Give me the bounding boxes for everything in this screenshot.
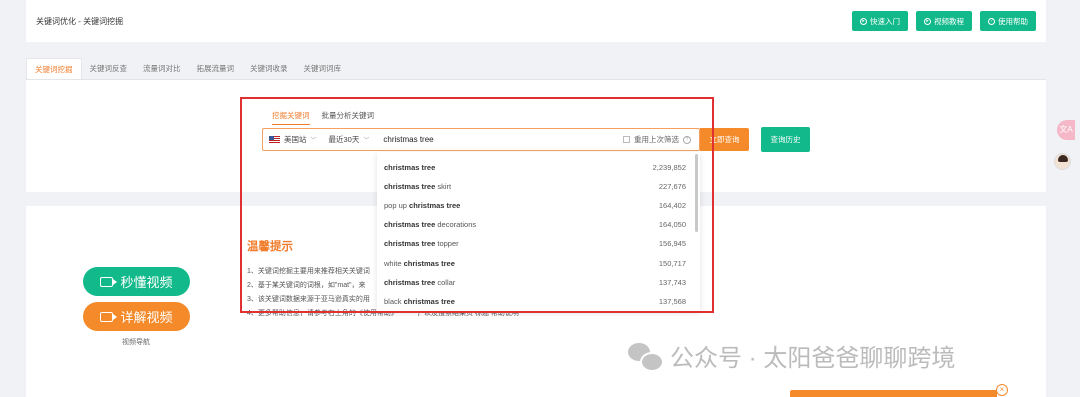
- suggestion-item[interactable]: black christmas tree 137,568: [384, 292, 686, 311]
- keyword-input[interactable]: christmas tree: [375, 135, 623, 144]
- site-label: 美国站: [284, 135, 307, 144]
- suggestion-item[interactable]: christmas tree skirt 227,676: [384, 177, 686, 196]
- suggestion-dropdown: christmas tree 2,239,852 christmas tree s…: [377, 152, 700, 311]
- search-bar: 美国站 ﹀ 最近30天 ﹀ christmas tree 重用上次筛选 ?: [262, 128, 700, 151]
- quick-video-label: 秒懂视频: [120, 275, 173, 290]
- assistant-avatar[interactable]: [1054, 153, 1071, 170]
- tip-line: 4、更多帮助信息，请参考右上角的《使用帮助》: [247, 310, 398, 317]
- period-select[interactable]: 最近30天 ﹀: [323, 129, 376, 150]
- period-label: 最近30天: [328, 135, 360, 144]
- suggestion-count: 156,945: [658, 239, 686, 248]
- suggestion-prefix: pop up: [384, 201, 410, 210]
- us-flag-icon: [269, 136, 280, 143]
- tips-title: 温馨提示: [247, 241, 293, 253]
- subtab-batch-analyze[interactable]: 批量分析关键词: [322, 110, 375, 125]
- tip-line: 2、基于某关键词的词根，如"mat"，来: [247, 282, 366, 289]
- video-camera-icon: [100, 276, 118, 287]
- top-bar: 关键词优化 - 关键词挖掘 ▸ 快速入门 ▸ 视频教程 ? 使用帮助: [26, 0, 1046, 42]
- video-tutorial-button[interactable]: ▸ 视频教程: [916, 11, 972, 31]
- watermark: 公众号 · 太阳爸爸聊聊跨境: [628, 338, 955, 373]
- suggestion-item[interactable]: christmas tree collar 137,743: [384, 273, 686, 292]
- suggestion-prefix: black: [384, 297, 404, 306]
- history-button[interactable]: 查询历史: [761, 127, 810, 152]
- suggestion-suffix: topper: [435, 239, 459, 248]
- suggestion-count: 164,402: [658, 201, 686, 210]
- play-circle-icon: ▸: [860, 17, 867, 25]
- chevron-down-icon: ﹀: [310, 138, 317, 144]
- reuse-filter-checkbox[interactable]: [623, 136, 630, 143]
- site-select[interactable]: 美国站 ﹀: [263, 129, 323, 150]
- video-circle-icon: ▸: [924, 17, 931, 25]
- quick-video-button[interactable]: 秒懂视频: [83, 267, 190, 296]
- suggestion-suffix: collar: [435, 278, 456, 287]
- help-icon[interactable]: ?: [683, 135, 691, 144]
- tab-keyword-mining[interactable]: 关键词挖掘: [26, 58, 82, 79]
- subtab-mine-keywords[interactable]: 挖掘关键词: [272, 110, 310, 125]
- quick-start-label: 快速入门: [870, 16, 900, 26]
- video-nav-caption: 视频导航: [122, 339, 150, 346]
- tab-expand-traffic[interactable]: 拓展流量词: [189, 58, 243, 79]
- suggestion-item[interactable]: christmas tree decorations 164,050: [384, 215, 686, 234]
- suggestion-match: christmas tree: [384, 163, 436, 172]
- usage-help-label: 使用帮助: [998, 16, 1028, 26]
- suggestion-suffix: skirt: [435, 182, 452, 191]
- tab-traffic-compare[interactable]: 流量词对比: [135, 58, 189, 79]
- suggestion-suffix: decorations: [435, 220, 477, 229]
- bottom-banner[interactable]: [790, 390, 997, 397]
- close-icon[interactable]: ×: [996, 384, 1008, 396]
- detail-video-button[interactable]: 详解视频: [83, 302, 190, 331]
- suggestion-item[interactable]: pop up christmas tree 164,402: [384, 196, 686, 215]
- question-circle-icon: ?: [988, 17, 995, 25]
- suggestion-match: christmas tree: [384, 239, 436, 248]
- suggestion-item[interactable]: white christmas tree 150,717: [384, 254, 686, 273]
- tab-keyword-reverse[interactable]: 关键词反查: [82, 58, 136, 79]
- tab-keyword-library[interactable]: 关键词词库: [296, 58, 350, 79]
- usage-help-button[interactable]: ? 使用帮助: [980, 11, 1036, 31]
- video-tutorial-label: 视频教程: [934, 16, 964, 26]
- suggestion-match: christmas tree: [403, 297, 455, 306]
- dropdown-scrollbar[interactable]: [695, 154, 698, 232]
- help-buttons: ▸ 快速入门 ▸ 视频教程 ? 使用帮助: [852, 11, 1036, 31]
- suggestion-item[interactable]: christmas tree topper 156,945: [384, 234, 686, 253]
- tool-tabs: 关键词挖掘 关键词反查 流量词对比 拓展流量词 关键词收录 关键词词库: [26, 58, 1046, 80]
- search-button[interactable]: 立即查询: [700, 128, 749, 151]
- detail-video-label: 详解视频: [120, 310, 173, 325]
- suggestion-match: christmas tree: [384, 182, 436, 191]
- tab-keyword-index[interactable]: 关键词收录: [242, 58, 296, 79]
- translate-bubble[interactable]: 文A: [1057, 120, 1075, 140]
- suggestion-match: christmas tree: [384, 220, 436, 229]
- tip-line: 1、关键词挖掘主要用来推荐相关关键词: [247, 268, 370, 275]
- wechat-icon: [628, 342, 664, 372]
- suggestion-count: 137,568: [658, 297, 686, 306]
- suggestion-count: 137,743: [658, 278, 686, 287]
- suggestion-count: 164,050: [658, 220, 686, 229]
- suggestion-match: christmas tree: [384, 278, 436, 287]
- breadcrumb: 关键词优化 - 关键词挖掘: [36, 17, 124, 26]
- suggestion-prefix: white: [384, 259, 404, 268]
- suggestion-match: christmas tree: [409, 201, 461, 210]
- suggestion-count: 227,676: [658, 182, 686, 191]
- search-mode-tabs: 挖掘关键词 批量分析关键词: [272, 110, 374, 125]
- watermark-text: 公众号 · 太阳爸爸聊聊跨境: [670, 345, 956, 372]
- reuse-filter-label: 重用上次筛选: [634, 135, 679, 144]
- suggestion-match: christmas tree: [403, 259, 455, 268]
- video-camera-icon: [100, 311, 118, 322]
- suggestion-count: 2,239,852: [652, 163, 686, 172]
- tip-line: 3、该关键词数据来源于亚马逊真实的用: [247, 296, 370, 303]
- chevron-down-icon: ﹀: [363, 138, 370, 144]
- suggestion-item[interactable]: christmas tree 2,239,852: [384, 158, 686, 177]
- reuse-filter-toggle[interactable]: 重用上次筛选 ?: [623, 134, 699, 145]
- quick-start-button[interactable]: ▸ 快速入门: [852, 11, 908, 31]
- suggestion-count: 150,717: [658, 259, 686, 268]
